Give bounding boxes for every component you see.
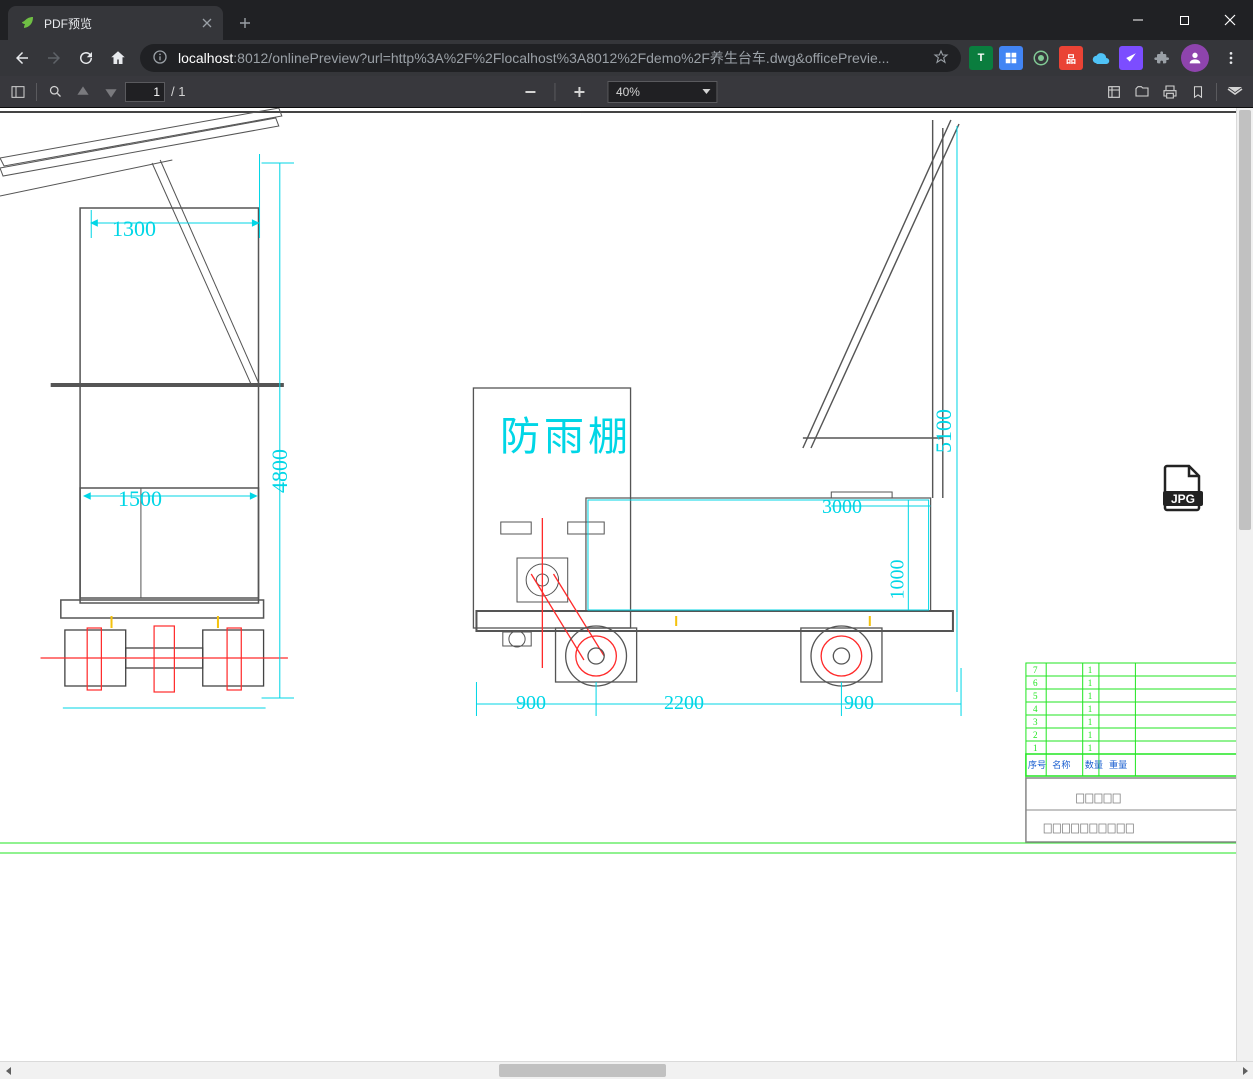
find-button[interactable] (41, 78, 69, 106)
extension-icon[interactable]: 品 (1059, 46, 1083, 70)
window-minimize-button[interactable] (1115, 0, 1161, 40)
browser-titlebar: PDF预览 (0, 0, 1253, 40)
dimension-label: 5100 (931, 409, 957, 453)
extension-icons: T 品 (969, 46, 1173, 70)
presentation-button[interactable] (1100, 78, 1128, 106)
zoom-in-button[interactable] (565, 78, 593, 106)
dimension-label: 1300 (112, 216, 156, 242)
svg-text:名称: 名称 (1052, 759, 1070, 770)
extension-icon[interactable] (1119, 46, 1143, 70)
dimension-label: 900 (516, 692, 546, 715)
url-host: localhost (178, 50, 233, 66)
scrollbar-thumb[interactable] (499, 1064, 666, 1077)
scroll-left-arrow[interactable] (0, 1062, 17, 1079)
next-page-button[interactable] (97, 78, 125, 106)
svg-text:1: 1 (1088, 743, 1093, 753)
reload-button[interactable] (72, 44, 100, 72)
dimension-label: 900 (844, 692, 874, 715)
svg-text:1: 1 (1088, 665, 1093, 675)
tab-title: PDF预览 (44, 15, 199, 32)
zoom-level-select[interactable]: 40% (607, 81, 717, 103)
new-tab-button[interactable] (231, 9, 259, 37)
dimension-label: 1000 (887, 560, 910, 600)
extension-icon[interactable] (1089, 46, 1113, 70)
dimension-label: 4800 (267, 449, 293, 493)
jpg-badge-label: JPG (1171, 492, 1195, 506)
bookmark-button[interactable] (1184, 78, 1212, 106)
browser-addressbar: localhost:8012/onlinePreview?url=http%3A… (0, 40, 1253, 76)
window-controls (1115, 0, 1253, 40)
scrollbar-thumb[interactable] (1239, 110, 1251, 530)
extension-icon[interactable]: T (969, 46, 993, 70)
prev-page-button[interactable] (69, 78, 97, 106)
pdf-toolbar: / 1 40% (0, 76, 1253, 108)
window-maximize-button[interactable] (1161, 0, 1207, 40)
sidebar-toggle-button[interactable] (4, 78, 32, 106)
svg-text:1: 1 (1088, 691, 1093, 701)
window-close-button[interactable] (1207, 0, 1253, 40)
print-button[interactable] (1156, 78, 1184, 106)
extension-icon[interactable] (999, 46, 1023, 70)
browser-tab[interactable]: PDF预览 (8, 6, 223, 40)
address-field[interactable]: localhost:8012/onlinePreview?url=http%3A… (140, 44, 961, 72)
svg-text:7: 7 (1033, 665, 1038, 675)
svg-text:3: 3 (1033, 717, 1038, 727)
svg-text:5: 5 (1033, 691, 1038, 701)
svg-text:1: 1 (1088, 678, 1093, 688)
svg-text:1: 1 (1033, 743, 1038, 753)
back-button[interactable] (8, 44, 36, 72)
svg-text:序号: 序号 (1028, 759, 1046, 770)
svg-text:2: 2 (1033, 730, 1038, 740)
scroll-right-arrow[interactable] (1236, 1062, 1253, 1079)
vertical-scrollbar[interactable] (1236, 108, 1253, 1061)
tools-menu-button[interactable] (1221, 78, 1249, 106)
dimension-label: 2200 (664, 692, 704, 715)
horizontal-scrollbar[interactable] (0, 1061, 1253, 1079)
extension-icon[interactable] (1029, 46, 1053, 70)
extensions-menu-icon[interactable] (1149, 46, 1173, 70)
url-path: :8012/onlinePreview?url=http%3A%2F%2Floc… (233, 48, 889, 68)
svg-text:数量: 数量 (1085, 759, 1103, 770)
page-number-input[interactable] (125, 82, 165, 102)
pdf-document-viewport[interactable]: 7 1 6 1 5 1 4 1 3 1 2 1 1 1 序号 名称 数量 重量 1300 15… (0, 108, 1253, 1061)
svg-text:1: 1 (1088, 717, 1093, 727)
tab-favicon-leaf-icon (20, 15, 36, 31)
browser-menu-button[interactable] (1217, 44, 1245, 72)
open-file-button[interactable] (1128, 78, 1156, 106)
tab-close-button[interactable] (199, 15, 215, 31)
site-info-icon[interactable] (152, 49, 168, 68)
svg-text:6: 6 (1033, 678, 1038, 688)
dimension-label: 1500 (118, 486, 162, 512)
svg-text:1: 1 (1088, 704, 1093, 714)
home-button[interactable] (104, 44, 132, 72)
page-count-label: / 1 (171, 84, 185, 99)
profile-avatar[interactable] (1181, 44, 1209, 72)
zoom-out-button[interactable] (516, 78, 544, 106)
bookmark-star-icon[interactable] (933, 49, 949, 68)
canopy-label: 防雨棚 (500, 404, 632, 462)
cad-drawing-canvas: 7 1 6 1 5 1 4 1 3 1 2 1 1 1 序号 名称 数量 重量 (0, 108, 1253, 1061)
dimension-label: 3000 (822, 496, 862, 519)
svg-text:1: 1 (1088, 730, 1093, 740)
jpg-download-badge[interactable]: JPG (1163, 464, 1203, 512)
svg-text:重量: 重量 (1109, 759, 1127, 770)
svg-text:4: 4 (1033, 704, 1038, 714)
forward-button[interactable] (40, 44, 68, 72)
